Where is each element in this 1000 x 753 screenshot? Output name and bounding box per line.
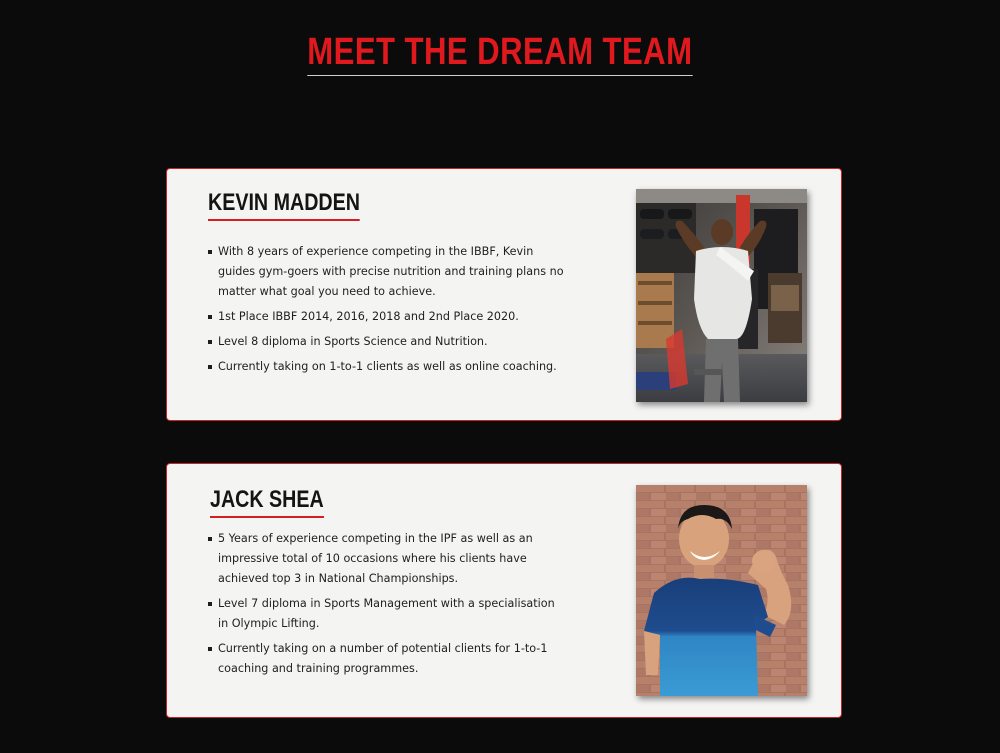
member-details-list: 5 Years of experience competing in the I… [207, 529, 567, 684]
page-title: MEET THE DREAM TEAM [307, 30, 693, 76]
list-item: 1st Place IBBF 2014, 2016, 2018 and 2nd … [207, 307, 567, 327]
list-item: Currently taking on 1-to-1 clients as we… [207, 357, 567, 377]
page-heading-wrap: MEET THE DREAM TEAM [0, 30, 1000, 76]
list-item: With 8 years of experience competing in … [207, 242, 567, 302]
list-item: 5 Years of experience competing in the I… [207, 529, 567, 589]
member-name: JACK SHEA [210, 484, 324, 518]
member-photo [636, 189, 807, 402]
member-photo [636, 485, 807, 696]
gym-photo-image [636, 189, 807, 402]
member-name: KEVIN MADDEN [208, 187, 360, 221]
team-card-kevin-madden: KEVIN MADDEN With 8 years of experience … [166, 168, 842, 421]
list-item: Currently taking on a number of potentia… [207, 639, 567, 679]
brick-wall-photo-image [636, 485, 807, 696]
list-item: Level 7 diploma in Sports Management wit… [207, 594, 567, 634]
member-details-list: With 8 years of experience competing in … [207, 242, 567, 382]
list-item: Level 8 diploma in Sports Science and Nu… [207, 332, 567, 352]
team-card-jack-shea: JACK SHEA 5 Years of experience competin… [166, 463, 842, 718]
